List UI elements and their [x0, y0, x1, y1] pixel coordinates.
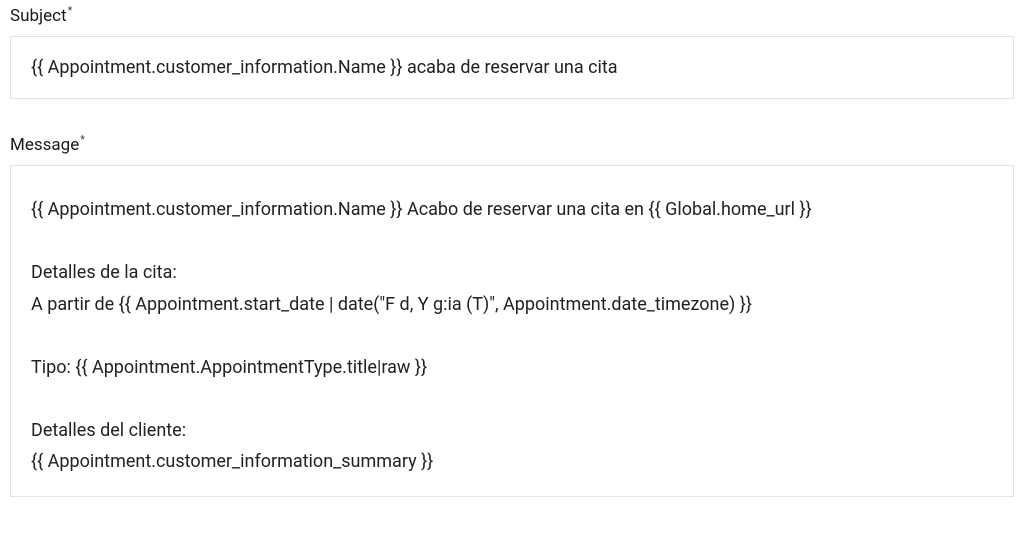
subject-label-text: Subject: [10, 6, 67, 26]
message-input[interactable]: {{ Appointment.customer_information.Name…: [10, 165, 1014, 497]
message-label-text: Message: [10, 135, 79, 155]
subject-label: Subject *: [10, 6, 1014, 26]
subject-field-block: Subject *: [10, 6, 1014, 99]
message-label: Message *: [10, 135, 1014, 155]
message-field-block: Message * {{ Appointment.customer_inform…: [10, 135, 1014, 497]
subject-required-star: *: [68, 4, 73, 17]
subject-input[interactable]: [10, 36, 1014, 99]
message-required-star: *: [80, 133, 85, 146]
